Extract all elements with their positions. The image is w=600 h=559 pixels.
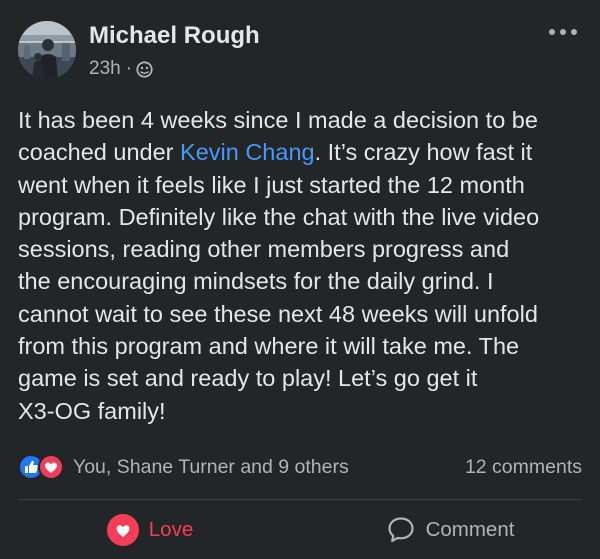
- globe-icon[interactable]: [136, 60, 153, 78]
- comment-button-label: Comment: [425, 517, 515, 541]
- post-text-line: the encouraging mindsets for the daily g…: [18, 265, 584, 297]
- post-text-segment: cannot wait to see these next 48 weeks w…: [18, 300, 538, 327]
- love-icon: [38, 454, 64, 480]
- reaction-icons[interactable]: [18, 454, 66, 480]
- post-text-segment: went when it feels like I just started t…: [18, 171, 525, 198]
- reaction-summary[interactable]: You, Shane Turner and 9 others: [73, 456, 349, 479]
- post-text-segment: the encouraging mindsets for the daily g…: [18, 268, 494, 295]
- author-avatar[interactable]: [18, 21, 76, 79]
- more-options-button[interactable]: [546, 20, 580, 44]
- comment-icon: [387, 516, 414, 542]
- post-actions: Love Comment: [0, 500, 600, 559]
- post-text-line: went when it feels like I just started t…: [18, 169, 584, 201]
- comment-count[interactable]: 12 comments: [465, 456, 582, 479]
- post-text-line: It has been 4 weeks since I made a decis…: [18, 104, 584, 136]
- post-text-segment: . It’s crazy how fast it: [314, 139, 533, 166]
- post-text-segment: program. Definitely like the chat with t…: [18, 203, 540, 230]
- post-text-segment: game is set and ready to play! Let’s go …: [18, 365, 478, 392]
- love-button[interactable]: Love: [0, 500, 300, 559]
- post-text-segment: sessions, reading other members progress…: [18, 236, 510, 263]
- post-body-text: It has been 4 weeks since I made a decis…: [18, 104, 584, 427]
- comment-button[interactable]: Comment: [300, 500, 600, 559]
- post-text-segment: from this program and where it will take…: [18, 333, 520, 360]
- post-text-segment: X3-OG family!: [18, 397, 166, 424]
- post-text-line: program. Definitely like the chat with t…: [18, 201, 584, 233]
- love-button-label: Love: [148, 517, 194, 541]
- meta-separator: ·: [125, 58, 133, 79]
- post-text-line: cannot wait to see these next 48 weeks w…: [18, 298, 584, 330]
- post-text-line: X3-OG family!: [18, 395, 584, 427]
- post-text-segment: coached under: [18, 139, 181, 166]
- post-text-line: game is set and ready to play! Let’s go …: [18, 362, 584, 394]
- post-text-line: coached under Kevin Chang. It’s crazy ho…: [18, 136, 584, 168]
- post-header: Michael Rough 23h ·: [0, 0, 600, 90]
- mention-link[interactable]: Kevin Chang: [180, 139, 315, 165]
- post-timestamp[interactable]: 23h: [89, 58, 121, 80]
- post-text-segment: It has been 4 weeks since I made a decis…: [18, 107, 538, 133]
- post-text-line: from this program and where it will take…: [18, 330, 584, 362]
- post-text-line: sessions, reading other members progress…: [18, 233, 584, 265]
- author-name[interactable]: Michael Rough: [89, 22, 260, 50]
- post-meta: 23h ·: [89, 58, 153, 80]
- love-reaction-icon: [106, 513, 139, 546]
- more-dots-icon: [549, 29, 577, 35]
- reactions-bar: You, Shane Turner and 9 others 12 commen…: [18, 452, 582, 482]
